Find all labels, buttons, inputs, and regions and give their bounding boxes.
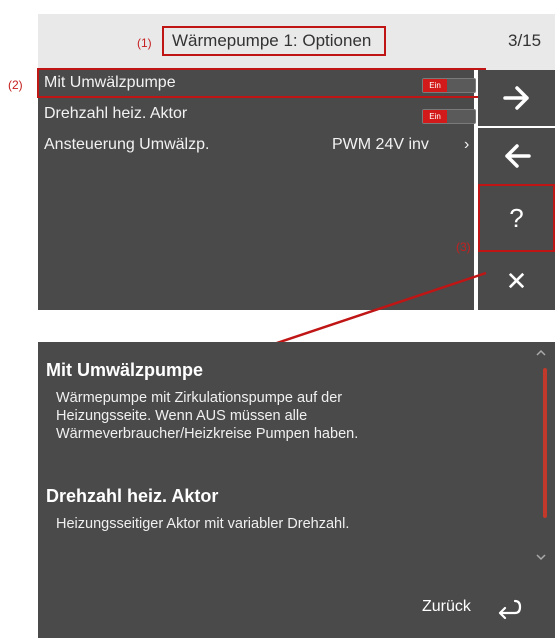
help-section-text: Wärmepumpe mit Zirkulationspumpe auf der… (56, 390, 359, 442)
back-link-button[interactable]: Zurück (420, 596, 530, 622)
help-section-text: Heizungsseitiger Aktor mit variabler Dre… (56, 516, 350, 532)
scroll-up-icon[interactable] (535, 348, 547, 358)
return-arrow-icon (498, 599, 522, 620)
scrollbar-thumb[interactable] (543, 368, 547, 518)
help-section-title: Mit Umwälzpumpe (46, 360, 204, 380)
help-section-title: Drehzahl heiz. Aktor (46, 486, 219, 506)
back-link-label: Zurück (422, 598, 471, 615)
scroll-down-icon[interactable] (535, 552, 547, 562)
